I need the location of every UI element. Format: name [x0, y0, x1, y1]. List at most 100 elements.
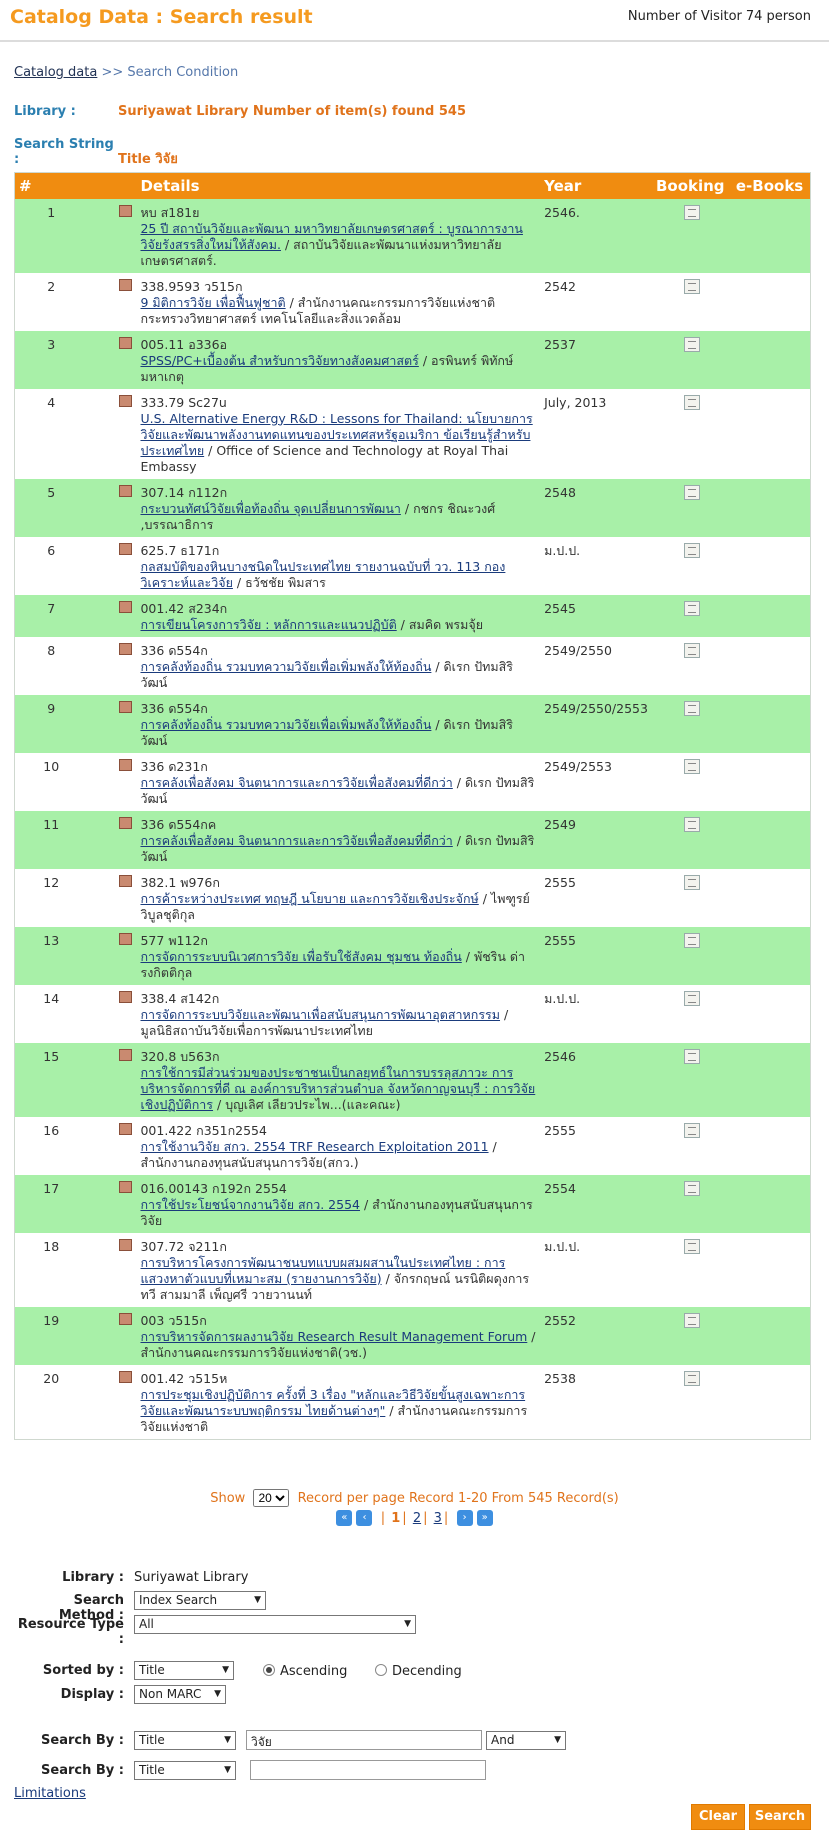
row-details: 001.42 ส234ก การเขียนโครงการวิจัย : หลักก… [136, 594, 541, 637]
table-row: 9 336 ด554ก การคลังท้องถิ่น รวมบทความวิจัย… [14, 694, 811, 753]
row-ebooks [731, 1042, 811, 1117]
search-text-input-1[interactable]: วิจัย [246, 1730, 482, 1750]
show-label: Show [210, 1491, 246, 1506]
title-link[interactable]: 9 มิติการวิจัย เพื่อฟื้นฟูชาติ [140, 295, 285, 310]
sorted-by-select[interactable]: Title ▼ [134, 1661, 234, 1680]
booking-icon[interactable] [683, 542, 700, 558]
booking-icon[interactable] [683, 990, 700, 1006]
booking-icon[interactable] [683, 874, 700, 890]
ascending-radio[interactable] [263, 1664, 275, 1676]
descending-radio[interactable] [375, 1664, 387, 1676]
table-row: 19 003 ว515ก การบริหารจัดการผลงานวิจัย Res… [14, 1306, 811, 1365]
booking-icon[interactable] [683, 1370, 700, 1386]
breadcrumb-catalog-link[interactable]: Catalog data [14, 65, 97, 80]
breadcrumb-separator: >> [101, 65, 124, 80]
row-details: 625.7 ธ171ก กลสมบัติของหินบางชนิดในประเทศ… [136, 536, 541, 595]
booking-icon[interactable] [683, 700, 700, 716]
search-by-field-select-1[interactable]: Title ▼ [134, 1731, 236, 1750]
row-number: 8 [14, 636, 88, 695]
book-icon [119, 932, 133, 945]
row-icon-cell [87, 1306, 137, 1365]
booking-icon[interactable] [683, 932, 700, 948]
row-year: ม.ป.ป. [540, 1232, 652, 1307]
booking-icon[interactable] [683, 1238, 700, 1254]
per-page-select[interactable]: 20 [253, 1489, 290, 1507]
booking-icon[interactable] [683, 278, 700, 294]
row-booking [651, 810, 732, 869]
book-icon [119, 700, 133, 713]
call-number: 001.42 ว515ห [140, 1370, 228, 1386]
booking-icon[interactable] [683, 1048, 700, 1064]
call-number: 336 ด231ก [140, 758, 208, 774]
booking-icon[interactable] [683, 1180, 700, 1196]
title-link[interactable]: การคลังเพื่อสังคม จินตนาการและการวิจัยเพ… [140, 775, 452, 790]
page-2[interactable]: 2 [413, 1511, 421, 1526]
resource-type-select[interactable]: All ▼ [134, 1615, 416, 1634]
search-by-field-select-2[interactable]: Title ▼ [134, 1761, 236, 1780]
title-link[interactable]: การคลังท้องถิ่น รวมบทความวิจัยเพื่อเพิ่ม… [140, 717, 431, 732]
booking-icon[interactable] [683, 758, 700, 774]
row-year: 2546 [540, 1042, 652, 1117]
title-link[interactable]: การใช้ประโยชน์จากงานวิจัย สกว. 2554 [140, 1197, 360, 1212]
table-row: 20 001.42 ว515ห การประชุมเชิงปฏิบัติการ คร… [14, 1364, 811, 1439]
search-text-input-2[interactable] [250, 1760, 486, 1780]
row-icon-cell [87, 868, 137, 927]
search-method-select[interactable]: Index Search ▼ [134, 1591, 266, 1610]
last-page-icon[interactable]: » [476, 1510, 493, 1526]
col-header-details: Details [136, 172, 541, 199]
first-page-icon[interactable]: « [336, 1510, 353, 1526]
search-method-value: Index Search [139, 1593, 218, 1607]
display-label: Display : [60, 1687, 124, 1702]
dropdown-arrow-icon: ▼ [224, 1735, 231, 1745]
row-year: 2548 [540, 478, 652, 537]
title-link[interactable]: การค้าระหว่างประเทศ ทฤษฎี นโยบาย และการว… [140, 891, 478, 906]
row-icon-cell [87, 926, 137, 985]
booking-icon[interactable] [683, 484, 700, 500]
title-link[interactable]: การเขียนโครงการวิจัย : หลักการและแนวปฏิบ… [140, 617, 396, 632]
row-booking [651, 1042, 732, 1117]
book-icon [119, 1312, 133, 1325]
row-number: 18 [14, 1232, 88, 1307]
search-button[interactable]: Search [749, 1804, 811, 1830]
call-number: 320.8 บ563ก [140, 1048, 220, 1064]
row-icon-cell [87, 636, 137, 695]
book-icon [119, 990, 133, 1003]
title-link[interactable]: การจัดการระบบวิจัยและพัฒนาเพื่อสนับสนุนก… [140, 1007, 500, 1022]
row-booking [651, 636, 732, 695]
booking-icon[interactable] [683, 336, 700, 352]
row-icon-cell [87, 388, 137, 479]
row-details: 336 ด231ก การคลังเพื่อสังคม จินตนาการและก… [136, 752, 541, 811]
booking-icon[interactable] [683, 1312, 700, 1328]
title-link[interactable]: การบริหารจัดการผลงานวิจัย Research Resul… [140, 1329, 527, 1344]
dropdown-arrow-icon: ▼ [254, 1595, 261, 1605]
booking-icon[interactable] [683, 204, 700, 220]
call-number: 003 ว515ก [140, 1312, 207, 1328]
title-link[interactable]: การใช้งานวิจัย สกว. 2554 TRF Research Ex… [140, 1139, 488, 1154]
row-booking [651, 1364, 732, 1439]
booking-icon[interactable] [683, 816, 700, 832]
title-link[interactable]: การจัดการระบบนิเวศการวิจัย เพื่อรับใช้สั… [140, 949, 461, 964]
title-link[interactable]: กระบวนทัศน์วิจัยเพื่อท้องถิ่น จุดเปลี่ยน… [140, 501, 400, 516]
booking-icon[interactable] [683, 1122, 700, 1138]
next-page-icon[interactable]: › [456, 1510, 473, 1526]
limitations-link[interactable]: Limitations [14, 1786, 86, 1801]
dropdown-arrow-icon: ▼ [224, 1765, 231, 1775]
title-link[interactable]: การคลังเพื่อสังคม จินตนาการและการวิจัยเพ… [140, 833, 452, 848]
page-3[interactable]: 3 [434, 1511, 442, 1526]
prev-page-icon[interactable]: ‹ [356, 1510, 373, 1526]
row-year: 2555 [540, 1116, 652, 1175]
row-booking [651, 868, 732, 927]
title-link[interactable]: การคลังท้องถิ่น รวมบทความวิจัยเพื่อเพิ่ม… [140, 659, 431, 674]
booking-icon[interactable] [683, 600, 700, 616]
booking-icon[interactable] [683, 394, 700, 410]
display-select[interactable]: Non MARC ▼ [134, 1685, 226, 1704]
booking-icon[interactable] [683, 642, 700, 658]
call-number: 016.00143 ก192ก 2554 [140, 1180, 287, 1196]
clear-button[interactable]: Clear [691, 1804, 745, 1830]
row-year: 2555 [540, 868, 652, 927]
row-booking [651, 752, 732, 811]
row-booking [651, 1174, 732, 1233]
search-operator-select[interactable]: And ▼ [486, 1731, 566, 1750]
row-year: 2549/2550 [540, 636, 652, 695]
title-link[interactable]: SPSS/PC+เบื้องต้น สำหรับการวิจัยทางสังคม… [140, 353, 418, 368]
